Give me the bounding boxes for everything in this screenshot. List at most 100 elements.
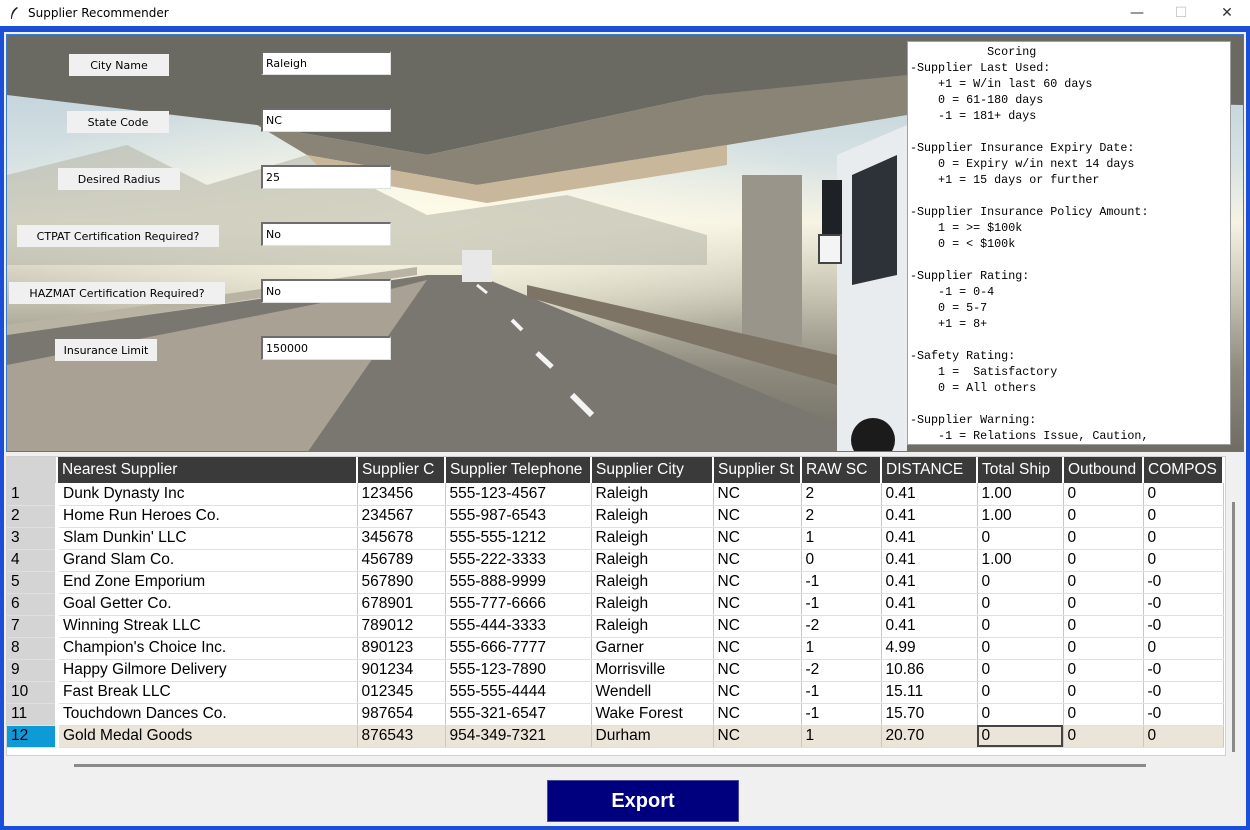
table-cell[interactable]: Grand Slam Co. <box>57 549 358 572</box>
column-header[interactable]: Supplier Telephone <box>445 457 592 483</box>
table-cell[interactable]: 0 <box>977 681 1064 704</box>
table-cell[interactable]: 987654 <box>357 703 446 726</box>
state-code-input[interactable] <box>261 108 391 132</box>
table-cell[interactable]: 555-555-4444 <box>445 681 592 704</box>
table-cell[interactable]: 954-349-7321 <box>445 725 592 748</box>
insurance-limit-input[interactable] <box>261 336 391 360</box>
table-cell[interactable]: 10.86 <box>881 659 978 682</box>
table-cell[interactable]: NC <box>713 703 802 726</box>
table-cell[interactable]: 555-123-7890 <box>445 659 592 682</box>
row-index-cell[interactable]: 11 <box>7 703 59 726</box>
table-row[interactable]: 8 Champion's Choice Inc. 890123 555-666-777… <box>7 637 1224 660</box>
table-cell[interactable]: -2 <box>801 659 882 682</box>
table-cell[interactable]: 0.41 <box>881 505 978 528</box>
row-index-cell[interactable]: 8 <box>7 637 59 660</box>
table-cell[interactable]: 0 <box>1143 549 1224 572</box>
table-cell[interactable]: 0 <box>1063 505 1144 528</box>
vertical-scrollbar[interactable] <box>1230 502 1238 752</box>
table-cell[interactable]: 1.00 <box>977 483 1064 506</box>
table-cell[interactable]: 4.99 <box>881 637 978 660</box>
table-cell[interactable]: 0 <box>1143 725 1224 748</box>
table-cell[interactable]: Raleigh <box>591 593 714 616</box>
column-header[interactable]: Supplier C <box>357 457 446 483</box>
table-cell[interactable]: 0 <box>1063 725 1144 748</box>
table-cell[interactable]: Raleigh <box>591 615 714 638</box>
table-cell[interactable]: 0 <box>1143 527 1224 550</box>
table-cell[interactable]: 0 <box>977 593 1064 616</box>
row-index-cell[interactable]: 5 <box>7 571 59 594</box>
table-cell[interactable]: NC <box>713 637 802 660</box>
table-cell[interactable]: 15.11 <box>881 681 978 704</box>
table-cell[interactable]: 901234 <box>357 659 446 682</box>
table-cell[interactable]: Durham <box>591 725 714 748</box>
table-cell[interactable]: NC <box>713 549 802 572</box>
table-cell[interactable]: 0 <box>1143 483 1224 506</box>
table-row[interactable]: 3 Slam Dunkin' LLC 345678 555-555-1212 Ralei… <box>7 527 1224 550</box>
table-cell[interactable]: -0 <box>1143 703 1224 726</box>
table-cell[interactable]: Wendell <box>591 681 714 704</box>
table-row[interactable]: 2 Home Run Heroes Co. 234567 555-987-6543 Ra… <box>7 505 1224 528</box>
table-cell[interactable]: Dunk Dynasty Inc <box>57 483 358 506</box>
table-cell[interactable]: 555-987-6543 <box>445 505 592 528</box>
table-cell[interactable]: 555-222-3333 <box>445 549 592 572</box>
table-row[interactable]: 10 Fast Break LLC 012345 555-555-4444 Wendel… <box>7 681 1224 704</box>
scoring-legend-panel[interactable]: Scoring -Supplier Last Used: +1 = W/in l… <box>907 41 1231 445</box>
desired-radius-input[interactable] <box>261 165 391 189</box>
row-index-cell[interactable]: 3 <box>7 527 59 550</box>
table-row[interactable]: 6 Goal Getter Co. 678901 555-777-6666 Raleig… <box>7 593 1224 616</box>
table-cell[interactable]: 1 <box>801 527 882 550</box>
table-cell[interactable]: 0 <box>1063 681 1144 704</box>
table-row[interactable]: 9 Happy Gilmore Delivery 901234 555-123-789… <box>7 659 1224 682</box>
table-row[interactable]: 7 Winning Streak LLC 789012 555-444-3333 Ral… <box>7 615 1224 638</box>
table-cell[interactable]: 0 <box>1063 703 1144 726</box>
table-cell[interactable]: Raleigh <box>591 549 714 572</box>
table-cell[interactable]: 0 <box>1063 483 1144 506</box>
table-cell[interactable]: 0 <box>1063 615 1144 638</box>
table-cell[interactable]: Slam Dunkin' LLC <box>57 527 358 550</box>
table-cell[interactable]: -1 <box>801 703 882 726</box>
table-cell[interactable]: -1 <box>801 593 882 616</box>
table-cell[interactable]: NC <box>713 659 802 682</box>
table-cell[interactable]: -0 <box>1143 593 1224 616</box>
table-cell[interactable]: Champion's Choice Inc. <box>57 637 358 660</box>
table-cell[interactable]: 555-321-6547 <box>445 703 592 726</box>
table-cell[interactable]: Raleigh <box>591 483 714 506</box>
vertical-scrollbar-thumb[interactable] <box>1232 502 1235 752</box>
table-cell[interactable]: 0.41 <box>881 615 978 638</box>
table-cell[interactable]: 0 <box>801 549 882 572</box>
table-cell[interactable]: -1 <box>801 681 882 704</box>
table-cell[interactable]: -1 <box>801 571 882 594</box>
table-cell[interactable]: 555-444-3333 <box>445 615 592 638</box>
table-cell[interactable]: 20.70 <box>881 725 978 748</box>
table-cell[interactable]: 0 <box>977 615 1064 638</box>
table-cell[interactable]: 0 <box>1063 659 1144 682</box>
table-cell[interactable]: Wake Forest <box>591 703 714 726</box>
table-cell[interactable]: 0 <box>1063 549 1144 572</box>
column-header[interactable]: Supplier St <box>713 457 802 483</box>
table-cell[interactable]: 0.41 <box>881 571 978 594</box>
table-cell[interactable]: 678901 <box>357 593 446 616</box>
table-cell[interactable]: 555-666-7777 <box>445 637 592 660</box>
table-cell[interactable]: NC <box>713 725 802 748</box>
table-cell[interactable]: NC <box>713 483 802 506</box>
table-cell[interactable]: 0 <box>977 703 1064 726</box>
table-cell[interactable]: 234567 <box>357 505 446 528</box>
table-cell[interactable]: 15.70 <box>881 703 978 726</box>
table-cell[interactable]: 456789 <box>357 549 446 572</box>
table-cell[interactable]: 0.41 <box>881 483 978 506</box>
table-cell[interactable]: 567890 <box>357 571 446 594</box>
table-cell[interactable]: 555-777-6666 <box>445 593 592 616</box>
table-row[interactable]: 12 Gold Medal Goods 876543 954-349-7321 Durh… <box>7 725 1224 748</box>
table-cell[interactable]: -0 <box>1143 659 1224 682</box>
table-cell[interactable]: Fast Break LLC <box>57 681 358 704</box>
table-cell[interactable]: NC <box>713 527 802 550</box>
ctpat-certification-input[interactable] <box>261 222 391 246</box>
export-button[interactable]: Export <box>547 780 739 822</box>
table-cell[interactable]: -0 <box>1143 571 1224 594</box>
horizontal-scrollbar[interactable] <box>74 764 1146 767</box>
table-row[interactable]: 1 Dunk Dynasty Inc 123456 555-123-4567 Ralei… <box>7 483 1224 506</box>
column-header[interactable]: COMPOS <box>1143 457 1224 483</box>
table-cell[interactable]: 890123 <box>357 637 446 660</box>
table-cell[interactable]: 0 <box>1063 571 1144 594</box>
table-cell[interactable]: Touchdown Dances Co. <box>57 703 358 726</box>
